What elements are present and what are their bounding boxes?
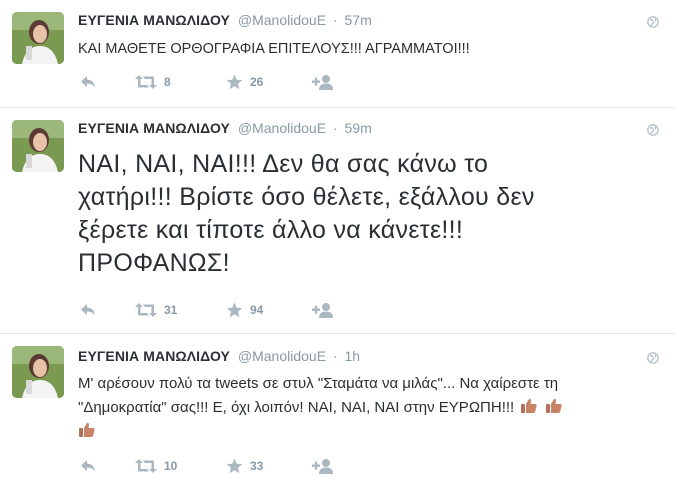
tweet-text-span: "Δημοκρατία" σας!!! Ε, όχι λοιπόν! ΝΑΙ, …: [78, 399, 515, 416]
favorite-count: 33: [250, 459, 264, 473]
tweet-timestamp[interactable]: 59m: [345, 120, 372, 136]
tweet-text-line: "Δημοκρατία" σας!!! Ε, όχι λοιπόν! ΝΑΙ, …: [78, 396, 663, 420]
follow-icon: [312, 75, 333, 90]
favorite-button[interactable]: 33: [226, 457, 263, 475]
tweet-text-line: [78, 420, 663, 444]
tweet[interactable]: ΕΥΓΕΝΙΑ ΜΑΝΩΛΙΔΟΥ @ManolidouE · 59m ΝΑΙ,…: [0, 108, 675, 334]
globe-icon: [647, 352, 659, 364]
reply-button[interactable]: [80, 73, 96, 91]
tweet-text: Μ' αρέσουν πολύ τα tweets σε στυλ "Σταμά…: [78, 372, 663, 444]
avatar[interactable]: [12, 346, 64, 398]
reply-icon: [81, 460, 95, 471]
favorite-icon: [226, 458, 243, 474]
retweet-count: 8: [164, 75, 171, 89]
tweet-header: ΕΥΓΕΝΙΑ ΜΑΝΩΛΙΔΟΥ @ManolidouE · 57m: [78, 10, 372, 30]
retweet-button[interactable]: 10: [135, 457, 177, 475]
retweet-button[interactable]: 8: [135, 73, 171, 91]
author-username[interactable]: @ManolidouE: [238, 348, 326, 364]
retweet-icon: [135, 303, 157, 317]
tweet-text-line: ΠΡΟΦΑΝΩΣ!: [78, 249, 230, 277]
timeline: ΕΥΓΕΝΙΑ ΜΑΝΩΛΙΔΟΥ @ManolidouE · 57m ΚΑΙ …: [0, 0, 675, 489]
follow-button[interactable]: [312, 73, 334, 91]
separator: ·: [332, 120, 338, 136]
tweet[interactable]: ΕΥΓΕΝΙΑ ΜΑΝΩΛΙΔΟΥ @ManolidouE · 57m ΚΑΙ …: [0, 0, 675, 108]
tweet-header: ΕΥΓΕΝΙΑ ΜΑΝΩΛΙΔΟΥ @ManolidouE · 1h: [78, 346, 360, 366]
favorite-count: 94: [250, 303, 264, 317]
favorite-button[interactable]: 94: [226, 301, 263, 319]
reply-button[interactable]: [80, 301, 96, 319]
separator: ·: [332, 12, 338, 28]
tweet-header: ΕΥΓΕΝΙΑ ΜΑΝΩΛΙΔΟΥ @ManolidouE · 59m: [78, 118, 372, 138]
retweet-count: 31: [164, 303, 178, 317]
tweet-timestamp[interactable]: 57m: [345, 12, 372, 28]
tweet-text-line: ΝΑΙ, ΝΑΙ, ΝΑΙ!!! Δεν θα σας κάνω το: [78, 150, 489, 178]
avatar[interactable]: [12, 12, 64, 64]
thumbs-up-emoji: [79, 422, 95, 437]
follow-button[interactable]: [312, 301, 334, 319]
thumbs-up-emoji: [545, 398, 562, 413]
favorite-icon: [226, 74, 243, 90]
avatar[interactable]: [12, 120, 64, 172]
tweet-text-line: Μ' αρέσουν πολύ τα tweets σε στυλ "Σταμά…: [78, 375, 559, 392]
tweet-text: ΝΑΙ, ΝΑΙ, ΝΑΙ!!! Δεν θα σας κάνω το χατή…: [78, 148, 663, 280]
reply-button[interactable]: [80, 457, 96, 475]
favorite-button[interactable]: 26: [226, 73, 263, 91]
author-fullname[interactable]: ΕΥΓΕΝΙΑ ΜΑΝΩΛΙΔΟΥ: [78, 12, 230, 28]
follow-button[interactable]: [312, 457, 334, 475]
favorite-icon: [226, 302, 243, 318]
thumbs-up-emoji: [521, 398, 537, 413]
separator: ·: [332, 348, 338, 364]
retweet-count: 10: [164, 459, 178, 473]
retweet-icon: [135, 459, 157, 473]
tweet-text-line: ξέρετε και τίποτε άλλο να κάνετε!!!: [78, 216, 464, 244]
author-username[interactable]: @ManolidouE: [238, 120, 326, 136]
reply-icon: [81, 304, 95, 315]
tweet[interactable]: ΕΥΓΕΝΙΑ ΜΑΝΩΛΙΔΟΥ @ManolidouE · 1h Μ' αρ…: [0, 334, 675, 489]
favorite-count: 26: [250, 75, 264, 89]
retweet-icon: [135, 75, 157, 89]
author-username[interactable]: @ManolidouE: [238, 12, 326, 28]
follow-icon: [312, 459, 333, 474]
tweet-text: ΚΑΙ ΜΑΘΕΤΕ ΟΡΘΟΓΡΑΦΙΑ ΕΠΙΤΕΛΟΥΣ!!! ΑΓΡΑΜ…: [78, 41, 470, 57]
retweet-button[interactable]: 31: [135, 301, 177, 319]
author-fullname[interactable]: ΕΥΓΕΝΙΑ ΜΑΝΩΛΙΔΟΥ: [78, 120, 230, 136]
follow-icon: [312, 303, 333, 318]
globe-icon: [647, 16, 659, 28]
tweet-timestamp[interactable]: 1h: [345, 348, 361, 364]
author-fullname[interactable]: ΕΥΓΕΝΙΑ ΜΑΝΩΛΙΔΟΥ: [78, 348, 230, 364]
globe-icon: [647, 124, 659, 136]
reply-icon: [81, 76, 95, 87]
tweet-text-line: χατήρι!!! Βρίστε όσο θέλετε, εξάλλου δεν: [78, 183, 535, 211]
